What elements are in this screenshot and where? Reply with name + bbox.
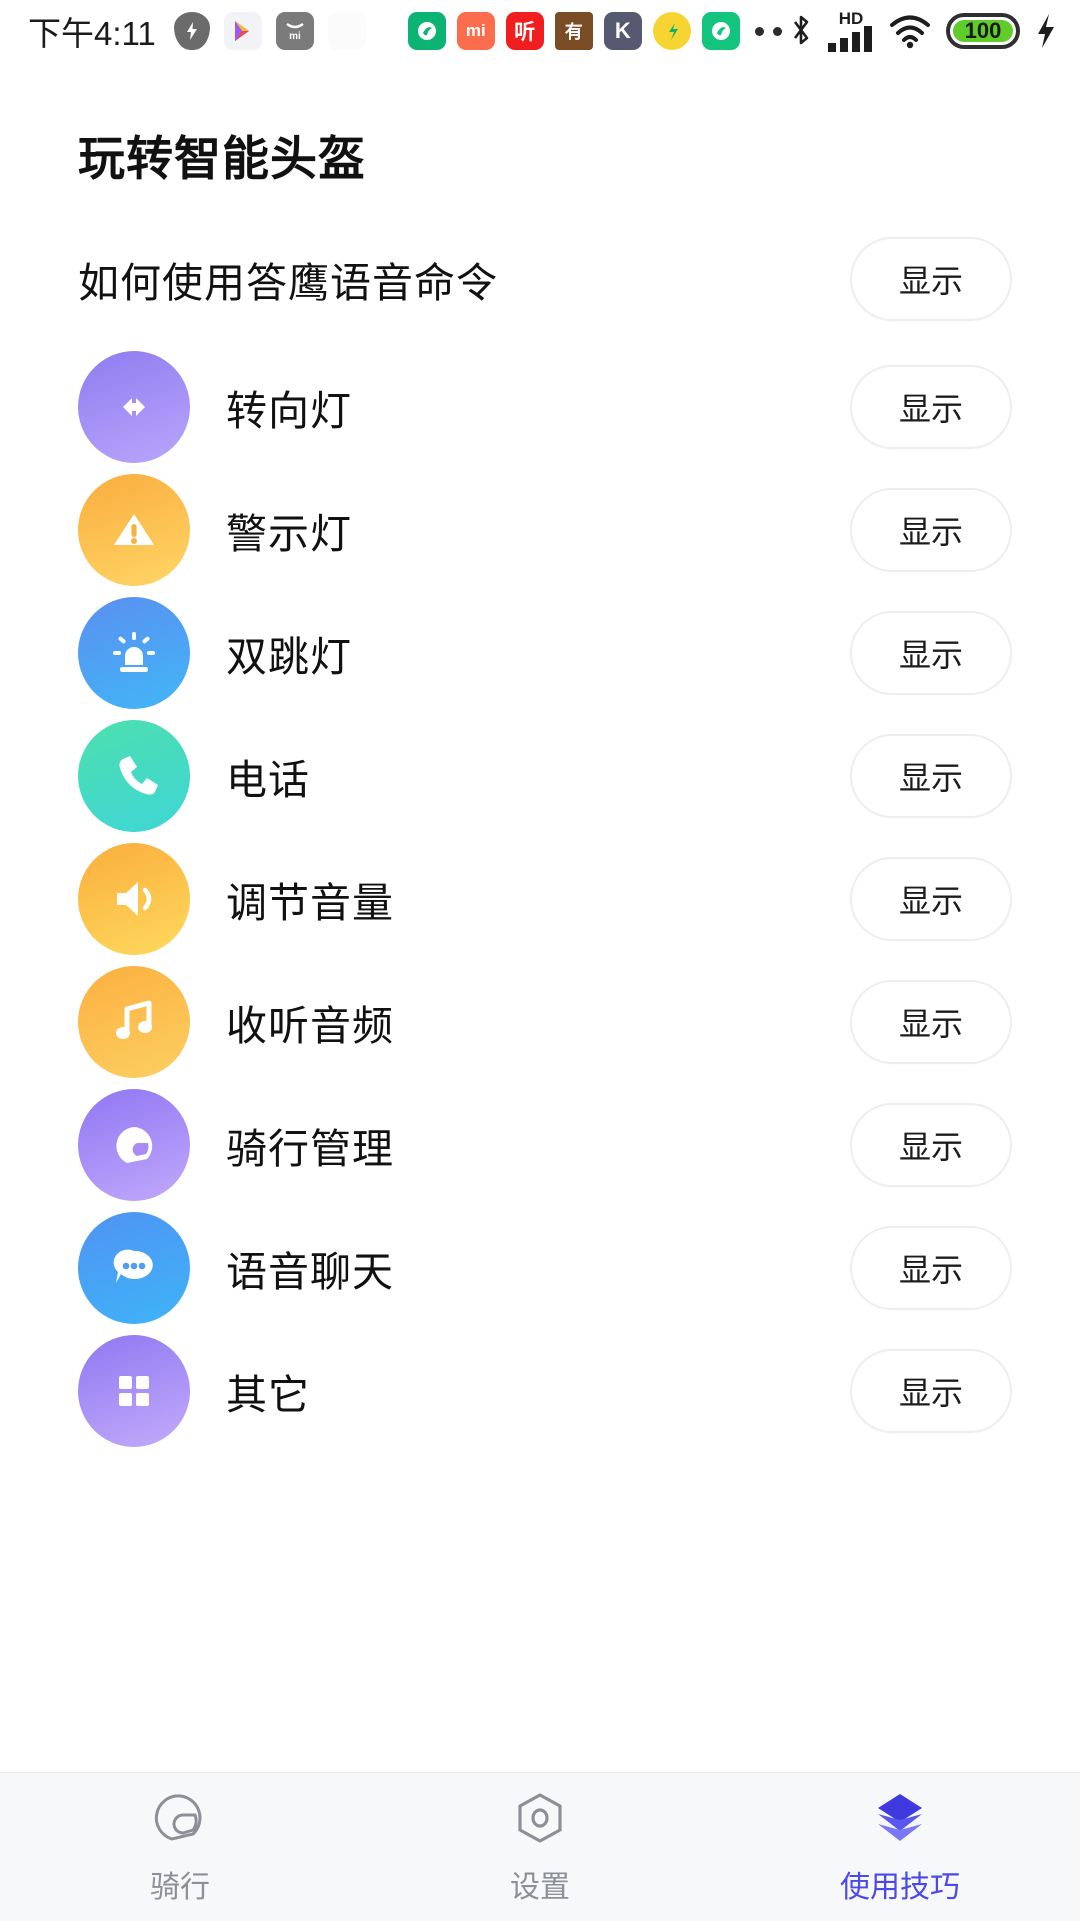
speaker-volume-icon: [78, 843, 190, 955]
list-item[interactable]: 骑行管理 显示: [0, 1083, 1080, 1206]
tips-list: 如何使用答鹰语音命令 显示 转向灯 显示 警: [0, 223, 1080, 1452]
tab-usage-tips[interactable]: 使用技巧: [720, 1773, 1080, 1921]
status-overflow-dots: [755, 27, 782, 36]
list-item[interactable]: 转向灯 显示: [0, 345, 1080, 468]
gear-hexagon-icon: [511, 1788, 569, 1850]
show-button[interactable]: 显示: [850, 237, 1012, 321]
list-item-label: 转向灯: [226, 377, 352, 437]
list-item-label: 调节音量: [226, 869, 394, 929]
charging-bolt-icon: [1034, 12, 1058, 50]
hazard-beacon-icon: [78, 597, 190, 709]
list-item-label: 警示灯: [226, 500, 352, 560]
bottom-tab-bar: 骑行 设置 使用技巧: [0, 1772, 1080, 1921]
battery-indicator: 100: [946, 13, 1020, 49]
list-item-label: 其它: [226, 1361, 310, 1421]
show-button[interactable]: 显示: [850, 1349, 1012, 1433]
youpin-icon: 有: [555, 12, 593, 50]
list-item[interactable]: 调节音量 显示: [0, 837, 1080, 960]
list-item[interactable]: 其它 显示: [0, 1329, 1080, 1452]
tab-settings[interactable]: 设置: [360, 1773, 720, 1921]
list-item[interactable]: 电话 显示: [0, 714, 1080, 837]
shield-icon: [174, 12, 210, 50]
k-icon-label: K: [615, 18, 631, 44]
list-item[interactable]: 语音聊天 显示: [0, 1206, 1080, 1329]
status-left-icons: mi: [174, 12, 366, 50]
music-note-icon: [78, 966, 190, 1078]
ting-icon: 听: [506, 12, 544, 50]
status-mid-icons: mi 听 有 K: [408, 12, 782, 50]
k-icon: K: [604, 12, 642, 50]
page-title: 玩转智能头盔: [78, 120, 1080, 189]
signal-bars-icon: HD: [828, 11, 874, 52]
show-button[interactable]: 显示: [850, 611, 1012, 695]
show-button[interactable]: 显示: [850, 488, 1012, 572]
status-right-icons: HD 100: [788, 11, 1058, 52]
show-button[interactable]: 显示: [850, 1103, 1012, 1187]
bluetooth-icon: [788, 12, 814, 50]
ting-icon-label: 听: [514, 16, 535, 46]
youpin-icon-label: 有: [565, 18, 583, 44]
list-item[interactable]: 警示灯 显示: [0, 468, 1080, 591]
show-button[interactable]: 显示: [850, 734, 1012, 818]
mi-icon: mi: [457, 12, 495, 50]
voice-command-header-row[interactable]: 如何使用答鹰语音命令 显示: [0, 223, 1080, 335]
wifi-icon: [888, 13, 932, 49]
mi-store-icon: mi: [276, 12, 314, 50]
show-button[interactable]: 显示: [850, 1226, 1012, 1310]
battery-level-label: 100: [965, 18, 1002, 44]
voice-command-label: 如何使用答鹰语音命令: [78, 249, 498, 309]
status-time: 下午4:11: [28, 7, 156, 55]
list-item-label: 骑行管理: [226, 1115, 394, 1175]
phone-icon: [78, 720, 190, 832]
warning-triangle-icon: [78, 474, 190, 586]
ghost-icon: [328, 12, 366, 50]
tab-label: 骑行: [150, 1862, 210, 1906]
layers-icon: [870, 1788, 930, 1850]
mi-icon-label: mi: [466, 21, 486, 41]
turn-signal-icon: [78, 351, 190, 463]
tab-riding[interactable]: 骑行: [0, 1773, 360, 1921]
hd-label: HD: [839, 11, 864, 26]
qq-music-icon: [653, 12, 691, 50]
status-bar: 下午4:11 mi mi 听: [0, 0, 1080, 62]
grid-squares-icon: [78, 1335, 190, 1447]
page-content: 玩转智能头盔 如何使用答鹰语音命令 显示 转向灯 显示: [0, 120, 1080, 1452]
helmet-outline-icon: [149, 1788, 211, 1850]
svg-text:mi: mi: [289, 31, 301, 42]
list-item[interactable]: 双跳灯 显示: [0, 591, 1080, 714]
list-item-label: 双跳灯: [226, 623, 352, 683]
list-item-label: 电话: [226, 746, 310, 806]
jinritoutiao-icon: [702, 12, 740, 50]
show-button[interactable]: 显示: [850, 365, 1012, 449]
play-store-icon: [224, 12, 262, 50]
tab-label: 使用技巧: [840, 1862, 960, 1906]
list-item-label: 收听音频: [226, 992, 394, 1052]
list-item[interactable]: 收听音频 显示: [0, 960, 1080, 1083]
show-button[interactable]: 显示: [850, 980, 1012, 1064]
wechat-green-icon: [408, 12, 446, 50]
list-item-label: 语音聊天: [226, 1238, 394, 1298]
tab-label: 设置: [510, 1862, 570, 1906]
show-button[interactable]: 显示: [850, 857, 1012, 941]
helmet-icon: [78, 1089, 190, 1201]
chat-bubble-icon: [78, 1212, 190, 1324]
